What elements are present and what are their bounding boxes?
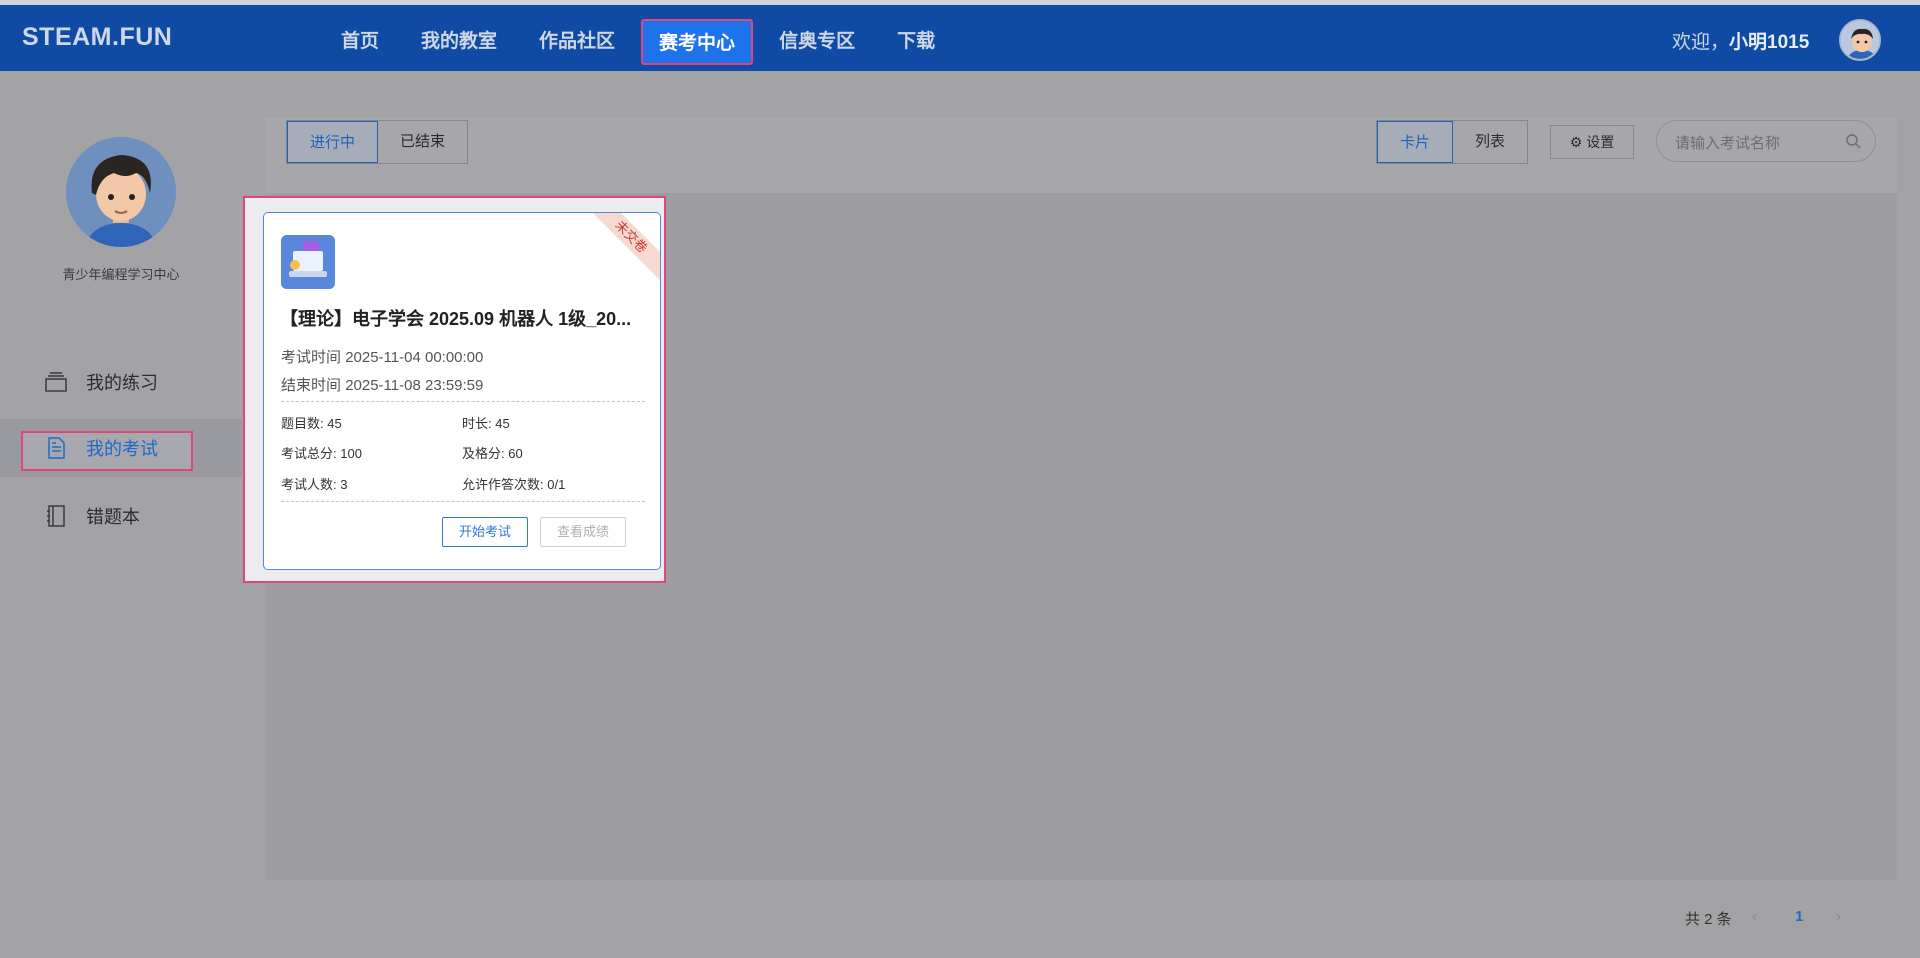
sidebar-item-label: 错题本 [86, 507, 140, 527]
stat-value: 60 [508, 446, 523, 461]
tab-list-view[interactable]: 列表 [1453, 121, 1527, 163]
toolbar [265, 118, 1897, 193]
settings-label: 设置 [1586, 134, 1615, 150]
end-time-label: 结束时间 [281, 377, 342, 394]
page-number[interactable]: 1 [1795, 908, 1803, 925]
welcome-text: 欢迎，小明1015 [1672, 27, 1809, 54]
stat-value: 3 [340, 477, 348, 492]
stat-label: 考试人数 [281, 477, 334, 492]
stat-total-score: 考试总分: 100 [281, 446, 362, 461]
view-score-button[interactable]: 查看成绩 [540, 517, 626, 547]
avatar-image [1841, 21, 1879, 59]
stat-label: 允许作答次数 [462, 477, 541, 492]
start-time-label: 考试时间 [281, 349, 342, 366]
view-tabs: 卡片 列表 [1376, 120, 1529, 164]
nav-home[interactable]: 首页 [325, 19, 395, 65]
stat-label: 考试总分 [281, 446, 334, 461]
search-input[interactable]: 请输入考试名称 [1656, 120, 1876, 162]
tab-card-view[interactable]: 卡片 [1377, 121, 1454, 163]
stat-label: 及格分 [462, 446, 502, 461]
nav-exam-center[interactable]: 赛考中心 [641, 19, 754, 65]
sidebar-item-wrongbook[interactable]: 错题本 [0, 487, 242, 545]
nav-download[interactable]: 下载 [881, 19, 951, 65]
exam-thumbnail [281, 235, 335, 289]
end-time-value: 2025-11-08 23:59:59 [345, 377, 484, 394]
welcome-prefix: 欢迎， [1672, 32, 1730, 53]
profile-avatar [66, 137, 176, 247]
tab-ended[interactable]: 已结束 [378, 121, 467, 163]
stat-label: 时长 [462, 416, 489, 431]
nav-classroom[interactable]: 我的教室 [405, 19, 513, 65]
exam-title: 【理论】电子学会 2025.09 机器人 1级_20... [280, 309, 632, 329]
start-time: 考试时间 2025-11-04 00:00:00 [281, 346, 483, 367]
stat-question-count: 题目数: 45 [281, 416, 342, 431]
exam-thumbnail-image [281, 235, 335, 289]
end-time: 结束时间 2025-11-08 23:59:59 [281, 374, 483, 395]
divider [281, 501, 645, 502]
status-tabs: 进行中 已结束 [286, 120, 469, 164]
username: 小明1015 [1729, 32, 1810, 53]
sidebar-item-practice[interactable]: 我的练习 [0, 353, 242, 411]
sidebar-item-label: 我的考试 [86, 439, 158, 459]
prev-page-icon[interactable]: ‹ [1752, 908, 1757, 925]
nav-olympiad[interactable]: 信奥专区 [763, 19, 871, 65]
logo[interactable]: STEAM.FUN [22, 23, 172, 52]
stat-value: 45 [495, 416, 510, 431]
layers-icon [44, 370, 68, 394]
stat-participants: 考试人数: 3 [281, 477, 348, 492]
nav-community[interactable]: 作品社区 [523, 19, 631, 65]
search-placeholder: 请输入考试名称 [1675, 135, 1781, 152]
pagination-total: 共 2 条 [1685, 911, 1732, 928]
search-icon[interactable] [1845, 133, 1861, 149]
profile-caption: 青少年编程学习中心 [62, 267, 180, 282]
stat-label: 题目数 [281, 416, 321, 431]
sidebar-item-exams[interactable]: 我的考试 [0, 419, 242, 477]
tab-ongoing[interactable]: 进行中 [287, 121, 379, 163]
user-avatar[interactable] [1839, 19, 1881, 61]
stat-pass-score: 及格分: 60 [462, 446, 523, 461]
document-icon [44, 436, 68, 460]
profile-avatar-image [66, 137, 176, 247]
exam-card[interactable]: 未交卷 【理论】电子学会 2025.09 机器人 1级_20... 考试时间 2… [263, 212, 661, 570]
gear-icon: ⚙ [1569, 134, 1583, 150]
settings-button[interactable]: ⚙ 设置 [1550, 125, 1634, 159]
start-exam-button[interactable]: 开始考试 [442, 517, 528, 547]
stat-value: 100 [340, 446, 362, 461]
next-page-icon[interactable]: › [1836, 908, 1841, 925]
sidebar-item-label: 我的练习 [86, 373, 158, 393]
stat-value: 45 [327, 416, 342, 431]
sidebar: 青少年编程学习中心 我的练习 我的考试 错题本 [0, 71, 242, 958]
main-nav: 首页 我的教室 作品社区 赛考中心 信奥专区 下载 [325, 19, 961, 65]
notebook-icon [44, 504, 68, 528]
stat-value: 0/1 [547, 477, 566, 492]
status-ribbon: 未交卷 [585, 213, 660, 283]
divider [281, 401, 645, 402]
stat-attempts: 允许作答次数: 0/1 [462, 477, 566, 492]
header: STEAM.FUN 首页 我的教室 作品社区 赛考中心 信奥专区 下载 欢迎，小… [0, 5, 1920, 71]
stat-duration: 时长: 45 [462, 416, 510, 431]
start-time-value: 2025-11-04 00:00:00 [345, 349, 484, 366]
